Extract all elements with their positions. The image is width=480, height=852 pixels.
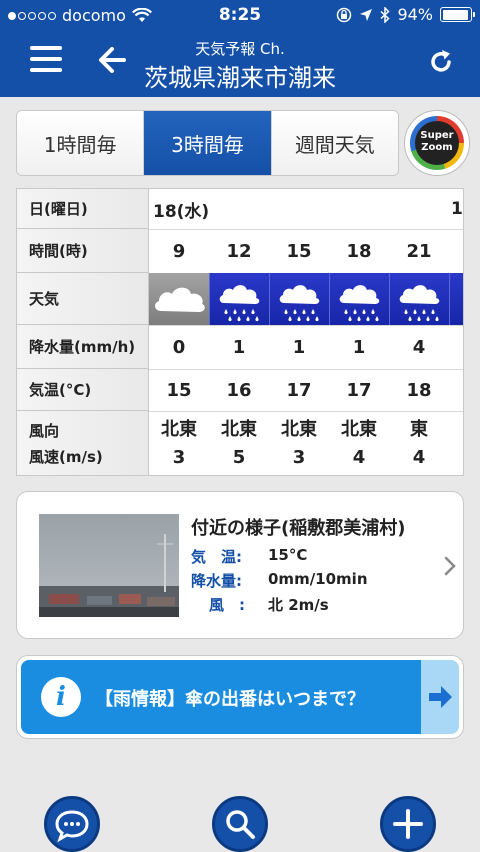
label-wind-speed: 風速(m/s) bbox=[29, 448, 103, 466]
precip-cell: 0 bbox=[172, 336, 186, 358]
plus-icon bbox=[393, 809, 423, 839]
status-bar: docomo 8:25 94% bbox=[0, 0, 480, 32]
header-title-block: 天気予報 Ch. 茨城県潮来市潮来 bbox=[130, 38, 350, 93]
page-title: 茨城県潮来市潮来 bbox=[144, 64, 336, 92]
chat-button[interactable] bbox=[44, 796, 100, 852]
app-header: docomo 8:25 94% 天気予報 Ch. 茨城県潮来市潮来 bbox=[0, 0, 480, 97]
time-cell: 18 bbox=[346, 240, 372, 262]
nearby-temp-row: 気 温: 15°C bbox=[191, 546, 307, 567]
wind-direction: 北東 bbox=[161, 419, 197, 440]
channel-subtitle: 天気予報 Ch. bbox=[195, 40, 285, 58]
tab-3-hourly[interactable]: 3時間毎 bbox=[144, 111, 272, 175]
label-precip: 降水量(mm/h) bbox=[17, 325, 149, 369]
wind-cell: 北東 3 bbox=[149, 411, 209, 475]
wind-direction: 東 bbox=[410, 419, 428, 440]
search-button[interactable] bbox=[212, 796, 268, 852]
next-date-cell: 1 bbox=[451, 199, 463, 219]
banner-body: i 【雨情報】傘の出番はいつまで？ bbox=[21, 660, 421, 734]
wind-cell: 北東 4 bbox=[329, 411, 389, 475]
super-zoom-label: Super Zoom bbox=[415, 121, 459, 165]
super-zoom-button[interactable]: Super Zoom bbox=[404, 110, 470, 176]
location-icon bbox=[360, 8, 373, 21]
banner-text: 【雨情報】傘の出番はいつまで？ bbox=[95, 689, 365, 710]
precip-cell: 1 bbox=[352, 336, 366, 358]
nearby-wind-key: 風 : bbox=[209, 596, 245, 614]
date-cell: 18(水) bbox=[153, 201, 210, 222]
nav-bar: 天気予報 Ch. 茨城県潮来市潮来 bbox=[0, 32, 480, 97]
label-wind-direction: 風向 bbox=[29, 422, 60, 440]
wind-direction: 北東 bbox=[341, 419, 377, 440]
precip-cell: 1 bbox=[292, 336, 306, 358]
status-right: 94% bbox=[336, 5, 475, 24]
tab-hourly[interactable]: 1時間毎 bbox=[17, 111, 145, 175]
rain-icon bbox=[209, 273, 269, 325]
menu-icon[interactable] bbox=[30, 46, 62, 76]
time-cell: 21 bbox=[406, 240, 432, 262]
nearby-temp-key: 気 温: bbox=[191, 548, 242, 566]
chevron-right-icon bbox=[444, 556, 456, 576]
rain-icon bbox=[449, 273, 463, 325]
rain-icon bbox=[329, 273, 389, 325]
chat-icon bbox=[55, 810, 89, 843]
temp-cell: 18 bbox=[406, 379, 432, 401]
time-cell: 9 bbox=[172, 240, 186, 262]
add-button[interactable] bbox=[380, 796, 436, 852]
rain-icon bbox=[389, 273, 449, 325]
nearby-temp-value: 15°C bbox=[268, 546, 308, 564]
forecast-table: 日(曜日) 時間(時) 天気 降水量(mm/h) 気温(°C) 風向 風速(m/… bbox=[16, 188, 464, 476]
label-time: 時間(時) bbox=[17, 229, 149, 273]
nearby-precip-key: 降水量: bbox=[191, 572, 242, 590]
label-wind: 風向 風速(m/s) bbox=[17, 411, 149, 475]
label-weather: 天気 bbox=[17, 273, 149, 325]
back-arrow-icon[interactable] bbox=[96, 42, 128, 78]
label-temp: 気温(°C) bbox=[17, 369, 149, 411]
wind-speed: 5 bbox=[232, 447, 246, 468]
wind-direction: 北東 bbox=[281, 419, 317, 440]
live-camera-photo bbox=[39, 514, 179, 617]
reload-icon[interactable] bbox=[426, 47, 456, 77]
battery-icon bbox=[440, 7, 475, 22]
time-cell: 15 bbox=[286, 240, 312, 262]
wind-speed: 4 bbox=[412, 447, 426, 468]
temp-cell: 17 bbox=[286, 379, 312, 401]
wind-cell: 北東 5 bbox=[209, 411, 269, 475]
temp-cell: 15 bbox=[166, 379, 192, 401]
nearby-title: 付近の様子(稲敷郡美浦村) bbox=[191, 518, 406, 539]
row-labels: 日(曜日) 時間(時) 天気 降水量(mm/h) 気温(°C) 風向 風速(m/… bbox=[17, 189, 149, 475]
nearby-wind-value: 北 2m/s bbox=[268, 596, 329, 614]
time-cell: 12 bbox=[226, 240, 252, 262]
wind-speed: 4 bbox=[352, 447, 366, 468]
precip-cell: 1 bbox=[232, 336, 246, 358]
rain-icon bbox=[269, 273, 329, 325]
tab-weekly[interactable]: 週間天気 bbox=[271, 111, 398, 175]
wind-speed: 3 bbox=[292, 447, 306, 468]
wind-speed: 3 bbox=[172, 447, 186, 468]
cloudy-icon bbox=[149, 273, 209, 325]
temp-cell: 16 bbox=[226, 379, 252, 401]
nearby-precip-value: 0mm/10min bbox=[268, 570, 368, 588]
wind-direction: 北東 bbox=[221, 419, 257, 440]
wind-cell: 北東 3 bbox=[269, 411, 329, 475]
precip-cell: 4 bbox=[412, 336, 426, 358]
orientation-lock-icon bbox=[337, 7, 352, 22]
label-date: 日(曜日) bbox=[17, 189, 149, 229]
battery-percent: 94% bbox=[397, 5, 433, 24]
wind-cell: 東4 bbox=[389, 411, 449, 475]
nearby-wind-row: 風 : 北 2m/s bbox=[191, 594, 329, 615]
banner-arrow-button[interactable] bbox=[421, 660, 459, 734]
info-icon: i bbox=[41, 677, 81, 717]
rain-info-banner[interactable]: i 【雨情報】傘の出番はいつまで？ bbox=[16, 655, 464, 739]
nearby-conditions-card[interactable]: 付近の様子(稲敷郡美浦村) 気 温: 15°C 降水量: 0mm/10min 風… bbox=[16, 491, 464, 639]
forecast-tabs: 1時間毎 3時間毎 週間天気 bbox=[16, 110, 399, 176]
bluetooth-icon bbox=[380, 6, 391, 23]
search-icon bbox=[226, 810, 255, 839]
temp-cell: 17 bbox=[346, 379, 372, 401]
nearby-precip-row: 降水量: 0mm/10min bbox=[191, 570, 368, 591]
arrow-right-icon bbox=[429, 686, 452, 708]
